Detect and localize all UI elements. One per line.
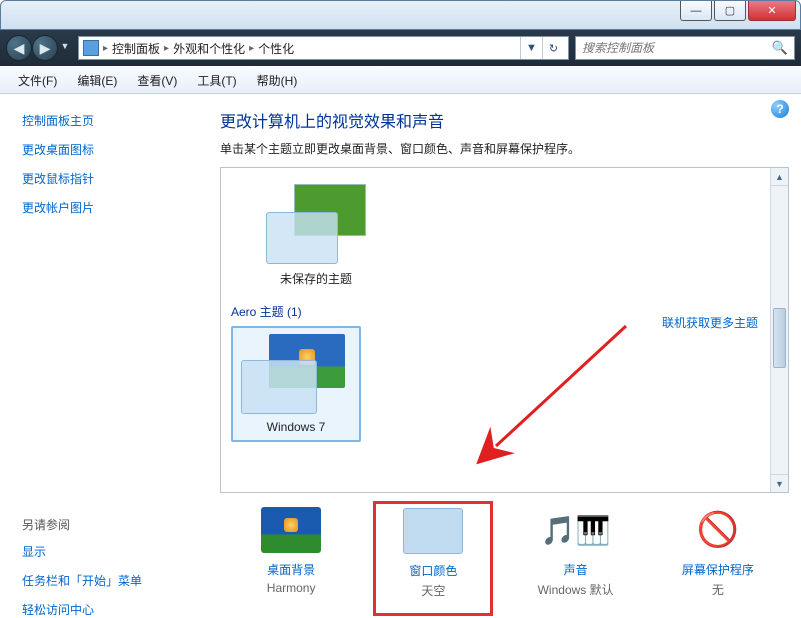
address-dropdown[interactable]: ▼ (520, 37, 542, 59)
setting-wallpaper-value: Harmony (267, 581, 316, 595)
sidebar-item-picture[interactable]: 更改帐户图片 (22, 199, 188, 216)
search-icon: 🔍 (772, 40, 788, 56)
sound-icon: 🎵🎹 (546, 507, 606, 553)
see-also-header: 另请参阅 (22, 516, 188, 533)
breadcrumb-2[interactable]: 个性化 (258, 40, 294, 57)
setting-screensaver-value: 无 (712, 583, 724, 597)
screensaver-icon: 🚫 (688, 507, 748, 553)
body: 控制面板主页 更改桌面图标 更改鼠标指针 更改帐户图片 另请参阅 显示 任务栏和… (0, 94, 801, 618)
themes-pane: 未保存的主题 联机获取更多主题 Aero 主题 (1) Windows 7 ▲ … (220, 167, 789, 493)
theme-windows7-label: Windows 7 (239, 420, 353, 434)
sidebar-item-home[interactable]: 控制面板主页 (22, 112, 188, 129)
sidebar-item-cursor[interactable]: 更改鼠标指针 (22, 170, 188, 187)
nav-arrows: ◀ ▶ ▼ (6, 35, 72, 61)
setting-wallpaper[interactable]: 桌面背景 Harmony (231, 507, 351, 616)
search-input[interactable] (582, 41, 772, 55)
window-color-icon (403, 508, 463, 554)
setting-screensaver[interactable]: 🚫 屏幕保护程序 无 (658, 507, 778, 616)
setting-sound-value: Windows 默认 (538, 583, 614, 597)
scrollbar[interactable]: ▲ ▼ (770, 168, 788, 492)
search-box[interactable]: 🔍 (575, 36, 795, 60)
breadcrumb-0[interactable]: 控制面板 (112, 40, 160, 57)
window-controls: — ▢ ✕ (678, 1, 796, 21)
minimize-button[interactable]: — (680, 1, 712, 21)
page-description: 单击某个主题立即更改桌面背景、窗口颜色、声音和屏幕保护程序。 (220, 140, 789, 157)
menu-help[interactable]: 帮助(H) (247, 68, 308, 93)
setting-window-color-value: 天空 (421, 584, 445, 598)
theme-thumbnail (241, 334, 351, 414)
theme-thumbnail (266, 184, 366, 264)
location-icon (83, 40, 99, 56)
breadcrumb-1[interactable]: 外观和个性化 (173, 40, 245, 57)
menu-file[interactable]: 文件(F) (8, 68, 67, 93)
setting-window-color-label: 窗口颜色 (384, 562, 482, 579)
theme-unsaved[interactable]: 未保存的主题 (261, 184, 371, 287)
setting-window-color[interactable]: 窗口颜色 天空 (373, 501, 493, 616)
title-bar: — ▢ ✕ (0, 0, 801, 30)
chevron-right-icon: ▸ (249, 43, 254, 54)
refresh-button[interactable]: ↻ (542, 37, 564, 59)
address-bar[interactable]: ▸ 控制面板 ▸ 外观和个性化 ▸ 个性化 ▼ ↻ (78, 36, 569, 60)
history-dropdown[interactable]: ▼ (58, 35, 72, 57)
page-title: 更改计算机上的视觉效果和声音 (220, 108, 789, 132)
scroll-up-icon[interactable]: ▲ (771, 168, 788, 186)
back-button[interactable]: ◀ (6, 35, 32, 61)
setting-sound-label: 声音 (516, 561, 636, 578)
theme-unsaved-label: 未保存的主题 (261, 270, 371, 287)
setting-screensaver-label: 屏幕保护程序 (658, 561, 778, 578)
menu-bar: 文件(F) 编辑(E) 查看(V) 工具(T) 帮助(H) (0, 66, 801, 94)
chevron-right-icon: ▸ (164, 43, 169, 54)
content: ? 更改计算机上的视觉效果和声音 单击某个主题立即更改桌面背景、窗口颜色、声音和… (210, 94, 801, 618)
chevron-right-icon: ▸ (103, 43, 108, 54)
setting-sound[interactable]: 🎵🎹 声音 Windows 默认 (516, 507, 636, 616)
menu-tools[interactable]: 工具(T) (187, 68, 246, 93)
see-also-taskbar[interactable]: 任务栏和「开始」菜单 (22, 572, 188, 589)
wallpaper-icon (261, 507, 321, 553)
help-icon[interactable]: ? (771, 100, 789, 118)
see-also-display[interactable]: 显示 (22, 543, 188, 560)
see-also-ease[interactable]: 轻松访问中心 (22, 601, 188, 618)
setting-wallpaper-label: 桌面背景 (231, 561, 351, 578)
close-button[interactable]: ✕ (748, 1, 796, 21)
sidebar-item-icons[interactable]: 更改桌面图标 (22, 141, 188, 158)
forward-button[interactable]: ▶ (32, 35, 58, 61)
sidebar: 控制面板主页 更改桌面图标 更改鼠标指针 更改帐户图片 另请参阅 显示 任务栏和… (0, 94, 210, 618)
maximize-button[interactable]: ▢ (714, 1, 746, 21)
nav-bar: ◀ ▶ ▼ ▸ 控制面板 ▸ 外观和个性化 ▸ 个性化 ▼ ↻ 🔍 (0, 30, 801, 66)
settings-row: 桌面背景 Harmony 窗口颜色 天空 🎵🎹 声音 Windows 默认 🚫 … (220, 507, 789, 616)
scroll-down-icon[interactable]: ▼ (771, 474, 788, 492)
theme-windows7[interactable]: Windows 7 (231, 326, 361, 442)
menu-view[interactable]: 查看(V) (127, 68, 187, 93)
scroll-thumb[interactable] (773, 308, 786, 368)
online-themes-link[interactable]: 联机获取更多主题 (662, 314, 758, 331)
menu-edit[interactable]: 编辑(E) (67, 68, 127, 93)
